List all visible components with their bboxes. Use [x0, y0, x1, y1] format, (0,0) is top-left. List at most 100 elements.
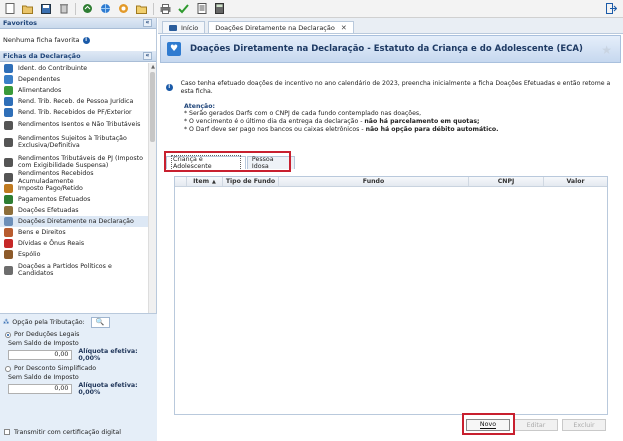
radio-simplificado-label: Por Desconto Simplificado	[14, 365, 97, 372]
opcao-tributacao-panel: ⁂ Opção pela Tributação: 🔍 Por Deduções …	[0, 313, 157, 423]
sidebar-item[interactable]: Alimentandos	[0, 85, 148, 96]
sidebar-item[interactable]: Bens e Direitos	[0, 227, 148, 238]
globe-icon[interactable]	[99, 2, 112, 15]
sidebar-item[interactable]: Rendimentos Tributáveis de PJ (Imposto c…	[0, 152, 148, 172]
close-icon[interactable]: ✕	[341, 24, 347, 32]
sidebar-item[interactable]: Rendimentos Sujeitos à Tributação Exclus…	[0, 132, 148, 152]
column-item-label: Item	[193, 178, 210, 185]
sort-up-icon: ▲	[212, 178, 216, 185]
radio-deducoes-circle[interactable]	[5, 331, 11, 338]
tab-crianca-adolescente[interactable]: Criança e Adolescente	[166, 155, 246, 171]
bullet-2: * O vencimento é o último dia da entrega…	[166, 118, 616, 126]
check-icon[interactable]	[177, 2, 190, 15]
tab-idosa-label: Pessoa Idosa	[251, 156, 274, 170]
print-icon[interactable]	[159, 2, 172, 15]
delete-icon[interactable]	[57, 2, 70, 15]
open-folder-icon[interactable]	[21, 2, 34, 15]
sidebar-item[interactable]: Dependentes	[0, 74, 148, 85]
sidebar-item-label: Rendimentos Tributáveis de PJ (Imposto c…	[18, 154, 143, 170]
collapse-fichas-button[interactable]: «	[143, 52, 152, 60]
flag-icon	[4, 265, 13, 275]
collapse-favoritos-button[interactable]: «	[143, 19, 152, 27]
excluir-label: Excluir	[573, 421, 595, 429]
sidebar-item-label: Alimentandos	[18, 86, 62, 94]
editar-button[interactable]: Editar	[514, 419, 558, 431]
sidebar-item[interactable]: Rend. Trib. Receb. de Pessoa Jurídica	[0, 96, 148, 107]
tab-doacoes-label: Doações Diretamente na Declaração	[215, 23, 335, 32]
sidebar-item[interactable]: Doações Efetuadas	[0, 205, 148, 216]
bullet-2-text: * O vencimento é o último dia da entrega…	[184, 118, 365, 126]
favoritos-header[interactable]: Favoritos «	[0, 18, 156, 29]
sidebar-item-label: Rendimentos Recebidos Acumuladamente	[18, 170, 94, 185]
home-tab-icon	[169, 24, 177, 31]
column-header-cnpj[interactable]: CNPJ	[469, 177, 544, 186]
novo-button[interactable]: Novo	[466, 419, 510, 431]
briefcase-icon	[4, 250, 13, 259]
scroll-up-icon[interactable]: ▲	[150, 64, 156, 70]
sidebar-item-label: Rendimentos Sujeitos à Tributação Exclus…	[18, 134, 127, 150]
toolbar-separator	[153, 2, 154, 15]
money-stack-icon	[4, 137, 13, 147]
save-icon[interactable]	[39, 2, 52, 15]
sidebar-item[interactable]: Rend. Trib. Recebidos de PF/Exterior	[0, 107, 148, 118]
sidebar-item[interactable]: Rendimentos Recebidos Acumuladamente	[0, 170, 148, 185]
sidebar-item-label: Rend. Trib. Receb. de Pessoa Jurídica	[18, 97, 134, 105]
document-icon[interactable]	[195, 2, 208, 15]
column-header-valor[interactable]: Valor	[544, 177, 607, 186]
fichas-header[interactable]: Fichas da Declaração «	[0, 51, 156, 62]
main-toolbar	[0, 0, 623, 18]
person-card-icon	[4, 64, 13, 73]
novo-label: Novo	[479, 421, 497, 429]
gift-icon	[4, 206, 13, 215]
favoritos-empty: Nenhuma ficha favorita i	[0, 29, 156, 51]
exit-icon[interactable]	[605, 2, 618, 15]
opcao-title: Opção pela Tributação:	[12, 318, 85, 326]
favorite-star-icon[interactable]: ★	[601, 43, 612, 57]
sidebar-item[interactable]: Dívidas e Ônus Reais	[0, 238, 148, 249]
certificado-row[interactable]: Transmitir com certificação digital	[0, 423, 157, 441]
info-icon[interactable]: i	[82, 36, 90, 44]
new-file-icon[interactable]	[3, 2, 16, 15]
sidebar-item-label: Espólio	[18, 250, 41, 258]
bullet-3-text: * O Darf deve ser pago nos bancos ou cai…	[184, 125, 366, 133]
editar-label: Editar	[526, 421, 546, 429]
radio-simplificado-circle[interactable]	[5, 365, 11, 372]
column-header-item[interactable]: Item ▲	[187, 177, 223, 186]
sidebar-item[interactable]: Pagamentos Efetuados	[0, 194, 148, 205]
building-icon	[4, 97, 13, 106]
column-header-tipo[interactable]: Tipo de Fundo	[223, 177, 279, 186]
sidebar-item-label: Dependentes	[18, 75, 61, 83]
deducoes-value: 0,00	[8, 349, 73, 360]
certificado-checkbox[interactable]	[4, 429, 10, 435]
money-stack-icon	[4, 157, 13, 167]
sidebar-item[interactable]: Doações Diretamente na Declaração	[0, 216, 148, 227]
import-icon[interactable]	[81, 2, 94, 15]
sidebar-item[interactable]: Espólio	[0, 249, 148, 260]
toolbar-separator	[75, 2, 76, 15]
tab-doacoes[interactable]: Doações Diretamente na Declaração ✕	[208, 21, 354, 33]
calculator-icon[interactable]	[213, 2, 226, 15]
tab-pessoa-idosa[interactable]: Pessoa Idosa	[246, 156, 295, 170]
bullet-2-bold: não há parcelamento em quotas;	[364, 118, 480, 126]
info-line: i Caso tenha efetuado doações de incenti…	[166, 80, 616, 96]
simplificado-aliquota: Alíquota efetiva: 0,00%	[78, 381, 138, 396]
scroll-thumb[interactable]	[150, 72, 155, 142]
sidebar-item[interactable]: Doações a Partidos Políticos e Candidato…	[0, 260, 148, 280]
tab-inicio[interactable]: Início	[162, 21, 206, 33]
tab-inicio-label: Início	[181, 23, 199, 32]
sidebar-item-label: Pagamentos Efetuados	[18, 195, 91, 203]
radio-simplificado[interactable]: Por Desconto Simplificado	[0, 364, 157, 373]
receipt-icon	[4, 184, 13, 193]
column-header-select[interactable]	[175, 177, 187, 186]
action-buttons: Novo Editar Excluir	[466, 419, 616, 433]
restore-icon[interactable]	[117, 2, 130, 15]
folder-icon[interactable]	[135, 2, 148, 15]
search-icon[interactable]: 🔍	[90, 316, 110, 328]
sidebar-item[interactable]: Ident. do Contribuinte	[0, 63, 148, 74]
fichas-scrollbar[interactable]: ▲ ▼	[148, 63, 156, 331]
tree-icon: ⁂	[3, 318, 10, 326]
excluir-button[interactable]: Excluir	[562, 419, 606, 431]
sidebar-item[interactable]: Rendimentos Isentos e Não Tributáveis	[0, 118, 148, 132]
radio-deducoes[interactable]: Por Deduções Legais	[0, 330, 157, 339]
column-header-fundo[interactable]: Fundo	[279, 177, 469, 186]
